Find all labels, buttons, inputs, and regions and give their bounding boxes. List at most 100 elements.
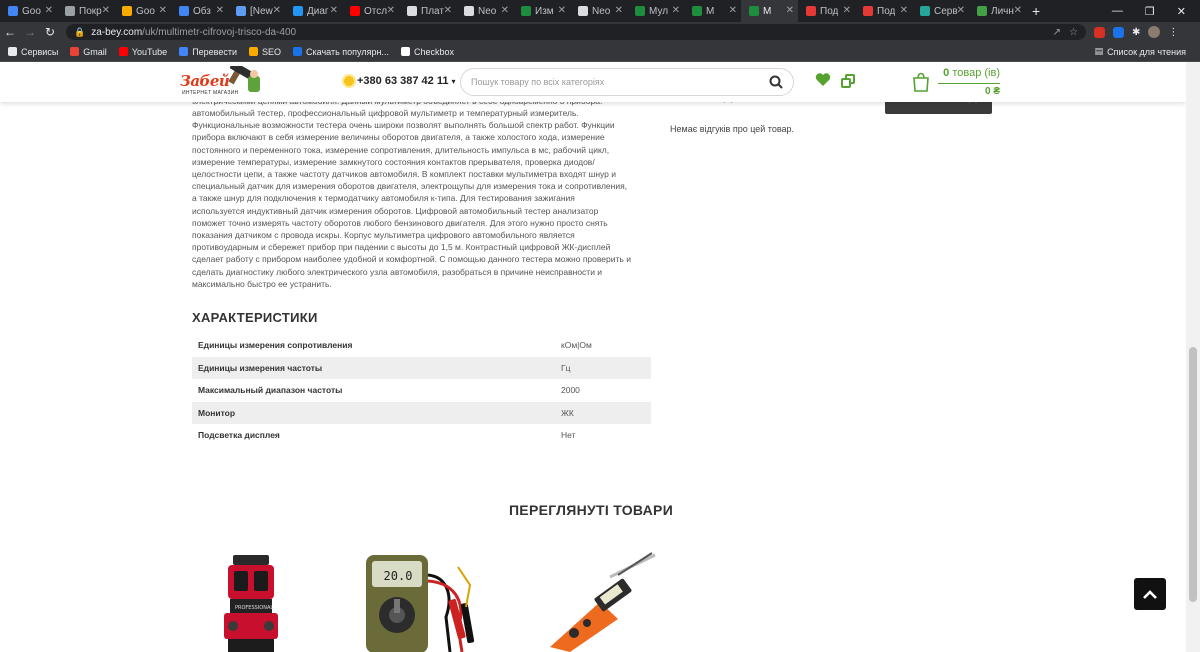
minimize-icon[interactable]: — [1112, 5, 1123, 18]
search-icon[interactable] [769, 75, 783, 89]
compare-icon[interactable] [841, 74, 856, 89]
bookmark-star-icon[interactable]: ☆ [1069, 27, 1078, 38]
bookmark-item[interactable]: Gmail [70, 47, 107, 57]
puzzle-icon[interactable]: ✱ [1132, 27, 1140, 38]
browser-tab[interactable]: Goo ✕ [114, 0, 171, 22]
site-logo[interactable]: Забей ИНТЕРНЕТ МАГАЗИН [180, 66, 266, 98]
close-tab-icon[interactable]: ✕ [159, 5, 167, 16]
description-line: измерение температуры, измерение замкнут… [192, 156, 595, 167]
description-line: специальный датчик для измерения оборото… [192, 181, 628, 192]
favicon-icon [977, 6, 987, 16]
characteristic-value: Нет [561, 430, 576, 441]
bookmark-icon [70, 47, 80, 56]
close-tab-icon[interactable]: ✕ [729, 5, 737, 16]
product-card-multimeter[interactable]: 20.0 [358, 547, 478, 652]
description-line: показания датчиком с провода искры. Корп… [192, 230, 575, 241]
bookmark-label: Скачать популярн... [306, 46, 389, 57]
close-tab-icon[interactable]: ✕ [273, 5, 281, 16]
favicon-icon [521, 6, 531, 16]
bookmark-label: Перевести [192, 46, 238, 57]
description-line: автомобильный тестер, профессиональный ц… [192, 108, 579, 118]
close-tab-icon[interactable]: ✕ [45, 5, 53, 16]
browser-tab[interactable]: М ✕ [741, 0, 798, 22]
browser-tab[interactable]: Личн ✕ [969, 0, 1026, 22]
close-tab-icon[interactable]: ✕ [672, 5, 680, 16]
close-tab-icon[interactable]: ✕ [558, 5, 566, 16]
scroll-to-top-button[interactable] [1134, 578, 1166, 610]
page-scrollbar[interactable] [1186, 62, 1200, 652]
close-tab-icon[interactable]: ✕ [1014, 5, 1022, 16]
restore-icon[interactable]: ❐ [1145, 5, 1155, 18]
close-tab-icon[interactable]: ✕ [102, 5, 110, 16]
address-bar-row: ← → ↻ 🔒 za-bey.com/uk/multimetr-cifrovoj… [0, 22, 1200, 42]
description-line: сделать диагностику любого электрическог… [192, 266, 603, 277]
scrollbar-thumb[interactable] [1189, 347, 1197, 602]
characteristics-table: Единицы измерения сопротивления кОм|Ом Еди… [192, 334, 651, 447]
characteristic-value: кОм|Ом [561, 340, 592, 351]
browser-tab[interactable]: Goo ✕ [0, 0, 57, 22]
close-tab-icon[interactable]: ✕ [843, 5, 851, 16]
bookmark-item[interactable]: SEO [249, 47, 281, 57]
browser-tab[interactable]: Мул ✕ [627, 0, 684, 22]
browser-tab[interactable]: Neo ✕ [456, 0, 513, 22]
favicon-icon [407, 6, 417, 16]
site-header: Забей ИНТЕРНЕТ МАГАЗИН +380 63 387 42 11… [0, 62, 1186, 102]
close-tab-icon[interactable]: ✕ [786, 5, 794, 16]
close-tab-icon[interactable]: ✕ [444, 5, 452, 16]
browser-tab[interactable]: Диаг ✕ [285, 0, 342, 22]
forward-icon[interactable]: → [20, 25, 40, 39]
phone-dropdown[interactable]: +380 63 387 42 11 ▾ [344, 75, 455, 87]
bookmarks-bar: Сервисы Gmail YouTube Перевести SEO Скачать п… [0, 42, 1200, 62]
menu-dots-icon[interactable]: ⋮ [1168, 27, 1178, 38]
close-tab-icon[interactable]: ✕ [957, 5, 965, 16]
browser-tab[interactable]: [New ✕ [228, 0, 285, 22]
browser-tab[interactable]: Под ✕ [798, 0, 855, 22]
bookmark-item[interactable]: Скачать популярн... [293, 47, 389, 57]
bookmark-icon [249, 47, 259, 56]
browser-tab[interactable]: Отсл ✕ [342, 0, 399, 22]
bookmark-item[interactable]: Сервисы [8, 47, 58, 57]
new-tab-button[interactable]: + [1032, 3, 1040, 19]
avatar[interactable] [1148, 26, 1161, 38]
browser-tab[interactable]: Обз ✕ [171, 0, 228, 22]
favicon-icon [350, 6, 360, 16]
browser-tab[interactable]: Плат ✕ [399, 0, 456, 22]
close-tab-icon[interactable]: ✕ [216, 5, 224, 16]
close-window-icon[interactable]: ✕ [1177, 5, 1186, 18]
browser-tab[interactable]: Покр ✕ [57, 0, 114, 22]
close-tab-icon[interactable]: ✕ [615, 5, 623, 16]
bookmark-item[interactable]: YouTube [118, 47, 167, 57]
favicon-icon [578, 6, 588, 16]
description-line: сделает работу с прибором наиболее удобн… [192, 254, 631, 265]
back-icon[interactable]: ← [0, 25, 20, 39]
extension-icon[interactable] [1113, 26, 1124, 38]
close-tab-icon[interactable]: ✕ [330, 5, 338, 16]
close-tab-icon[interactable]: ✕ [501, 5, 509, 16]
product-card-orange-tester[interactable] [540, 547, 660, 652]
browser-tab[interactable]: Изм ✕ [513, 0, 570, 22]
cart-summary[interactable]: 0 товар (ів) 0 ₴ [938, 67, 1000, 97]
share-icon[interactable]: ↗ [1053, 27, 1061, 38]
cart-total: 0 ₴ [938, 83, 1000, 97]
browser-tab[interactable]: Neo ✕ [570, 0, 627, 22]
description-line: Функциональные возможности тестера очень… [192, 120, 615, 131]
browser-tab[interactable]: Серв ✕ [912, 0, 969, 22]
bookmark-label: Сервисы [21, 46, 59, 57]
browser-tab[interactable]: М ✕ [684, 0, 741, 22]
close-tab-icon[interactable]: ✕ [387, 5, 395, 16]
tab-label: Серв [934, 5, 958, 17]
heart-icon[interactable] [815, 72, 831, 87]
bookmark-item[interactable]: Checkbox [400, 47, 454, 57]
close-tab-icon[interactable]: ✕ [900, 5, 908, 16]
reading-list[interactable]: ▤ Список для чтения [1095, 46, 1200, 57]
reload-icon[interactable]: ↻ [40, 25, 60, 39]
browser-tab[interactable]: Под ✕ [855, 0, 912, 22]
product-card-laser-level[interactable]: PROFESSIONAL [200, 547, 320, 652]
table-row: Максимальный диапазон частоты 2000 [192, 379, 651, 402]
cart-bag-icon[interactable] [911, 70, 931, 92]
bookmark-item[interactable]: Перевести [179, 47, 237, 57]
url-input[interactable]: 🔒 za-bey.com/uk/multimetr-cifrovoj-trisc… [66, 24, 1086, 40]
extension-icon[interactable] [1094, 26, 1105, 38]
search-input[interactable]: Пошук товару по всіх категоріях [460, 68, 794, 96]
characteristic-value: 2000 [561, 385, 580, 396]
